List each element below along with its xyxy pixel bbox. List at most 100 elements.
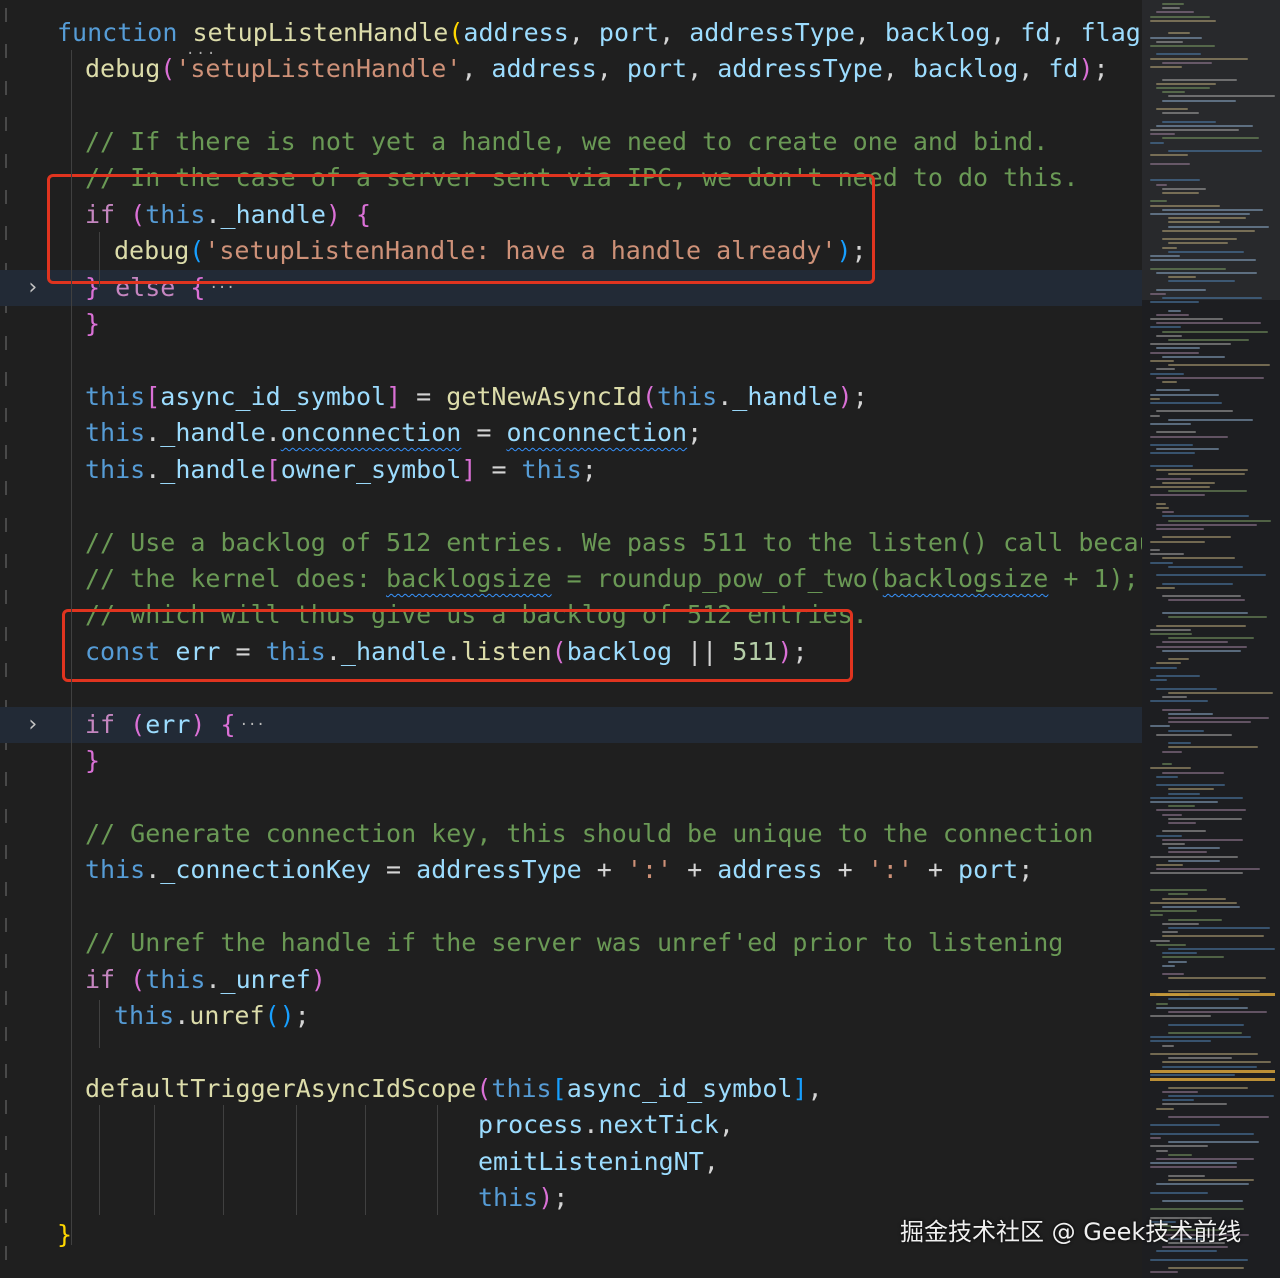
code-token: if [85, 709, 116, 739]
indent-guide [365, 1105, 366, 1215]
code-token: this [145, 964, 206, 994]
code-line[interactable]: // Unref the handle if the server was un… [0, 925, 1142, 961]
minimap[interactable] [1142, 0, 1280, 1278]
minimap-line [1150, 679, 1168, 682]
code-line[interactable] [0, 342, 1142, 378]
minimap-line [1168, 847, 1220, 850]
minimap-line [1162, 187, 1206, 190]
code-text: // Unref the handle if the server was un… [85, 925, 1063, 961]
minimap-line [1162, 1065, 1257, 1068]
code-line[interactable]: // the kernel does: backlogsize = roundu… [0, 561, 1142, 597]
minimap-highlight-mark [1150, 993, 1275, 996]
watermark: 掘金技术社区 @ Geek技术前线 [900, 1218, 1242, 1246]
minimap-line [1162, 238, 1238, 241]
minimap-line [1150, 360, 1175, 362]
minimap-line [1150, 154, 1188, 157]
code-line[interactable]: // If there is not yet a handle, we need… [0, 124, 1142, 160]
code-line[interactable]: debug('setupListenHandle', address, port… [0, 51, 1142, 87]
minimap-line [1168, 1057, 1232, 1060]
code-token: ; [852, 381, 868, 411]
code-line[interactable]: this._connectionKey = addressType + ':' … [0, 852, 1142, 888]
code-line[interactable]: if (this._unref) [0, 962, 1142, 998]
code-line[interactable] [0, 780, 1142, 816]
code-line[interactable]: this.unref(); [0, 998, 1142, 1034]
code-token: flags [1080, 17, 1142, 47]
code-text: debug('setupListenHandle', address, port… [85, 51, 1109, 87]
minimap-line [1150, 435, 1229, 438]
code-token: this [657, 381, 718, 411]
minimap-line [1162, 91, 1186, 94]
minimap-line [1150, 700, 1209, 703]
code-line[interactable]: emitListeningNT, [0, 1144, 1142, 1180]
minimap-line [1162, 973, 1184, 976]
minimap-line [1150, 162, 1190, 165]
minimap-line [1168, 565, 1244, 568]
minimap-line [1156, 733, 1233, 736]
code-token: . [145, 855, 161, 885]
folded-ellipsis-icon[interactable]: ··· [240, 707, 265, 743]
code-line[interactable]: this._handle[owner_symbol] = this; [0, 452, 1142, 488]
indent-guide [437, 1105, 438, 1215]
code-token: ( [130, 964, 146, 994]
code-line[interactable]: } [0, 306, 1142, 342]
code-line[interactable] [0, 87, 1142, 123]
minimap-line [1168, 150, 1263, 152]
minimap-line [1156, 809, 1247, 812]
code-line[interactable] [0, 889, 1142, 925]
code-token: nextTick [598, 1110, 719, 1140]
code-line[interactable]: // Generate connection key, this should … [0, 816, 1142, 852]
code-line[interactable]: function setupListenHandle(address, port… [0, 15, 1142, 51]
minimap-line [1150, 1015, 1211, 1018]
code-token: ) [279, 1001, 295, 1031]
code-line[interactable]: } [0, 743, 1142, 779]
minimap-line [1156, 82, 1216, 85]
code-token: . [265, 418, 281, 448]
minimap-line [1156, 834, 1182, 837]
code-line[interactable]: defaultTriggerAsyncIdScope(this[async_id… [0, 1071, 1142, 1107]
code-line[interactable]: › if (err) {··· [0, 706, 1142, 744]
minimap-line [1150, 452, 1196, 455]
code-token: this [114, 1001, 175, 1031]
fold-chevron-right-icon[interactable]: › [26, 275, 42, 300]
minimap-line [1150, 402, 1222, 404]
minimap-line [1150, 1258, 1249, 1261]
minimap-line [1168, 788, 1214, 791]
minimap-line [1150, 1271, 1179, 1274]
minimap-line [1150, 494, 1206, 497]
minimap-line [1150, 561, 1174, 564]
minimap-line [1150, 796, 1243, 799]
code-line[interactable]: this[async_id_symbol] = getNewAsyncId(th… [0, 379, 1142, 415]
code-token: , [568, 17, 599, 47]
minimap-line [1162, 641, 1228, 644]
minimap-line [1150, 914, 1163, 917]
code-token: addressType [717, 53, 883, 83]
fold-chevron-right-icon[interactable]: › [26, 712, 42, 737]
minimap-line [1168, 691, 1274, 694]
code-editor[interactable]: function setupListenHandle(address, port… [0, 0, 1142, 1278]
code-line[interactable]: // Use a backlog of 512 entries. We pass… [0, 525, 1142, 561]
minimap-line [1168, 225, 1270, 228]
minimap-line [1162, 935, 1264, 938]
code-token: // If there is not yet a handle, we need… [85, 126, 1049, 156]
code-token: ; [687, 418, 703, 448]
minimap-line [1168, 1153, 1193, 1156]
minimap-line [1156, 368, 1175, 371]
code-line[interactable]: process.nextTick, [0, 1107, 1142, 1143]
code-line[interactable]: this._handle.onconnection = onconnection… [0, 415, 1142, 451]
code-text: this); [478, 1180, 568, 1216]
minimap-line [1156, 322, 1261, 325]
code-text: process.nextTick, [478, 1107, 734, 1143]
minimap-line [1162, 229, 1255, 232]
code-token: emitListeningNT [478, 1146, 704, 1176]
code-line[interactable] [0, 488, 1142, 524]
minimap-line [1150, 57, 1249, 60]
code-text: this._connectionKey = addressType + ':' … [85, 852, 1033, 888]
code-line[interactable] [0, 1035, 1142, 1071]
code-token: + [912, 855, 959, 885]
minimap-line [1156, 40, 1184, 43]
minimap-line [1168, 792, 1200, 795]
minimap-line [1168, 1095, 1274, 1097]
minimap-line [1156, 624, 1246, 627]
minimap-line [1156, 271, 1257, 274]
